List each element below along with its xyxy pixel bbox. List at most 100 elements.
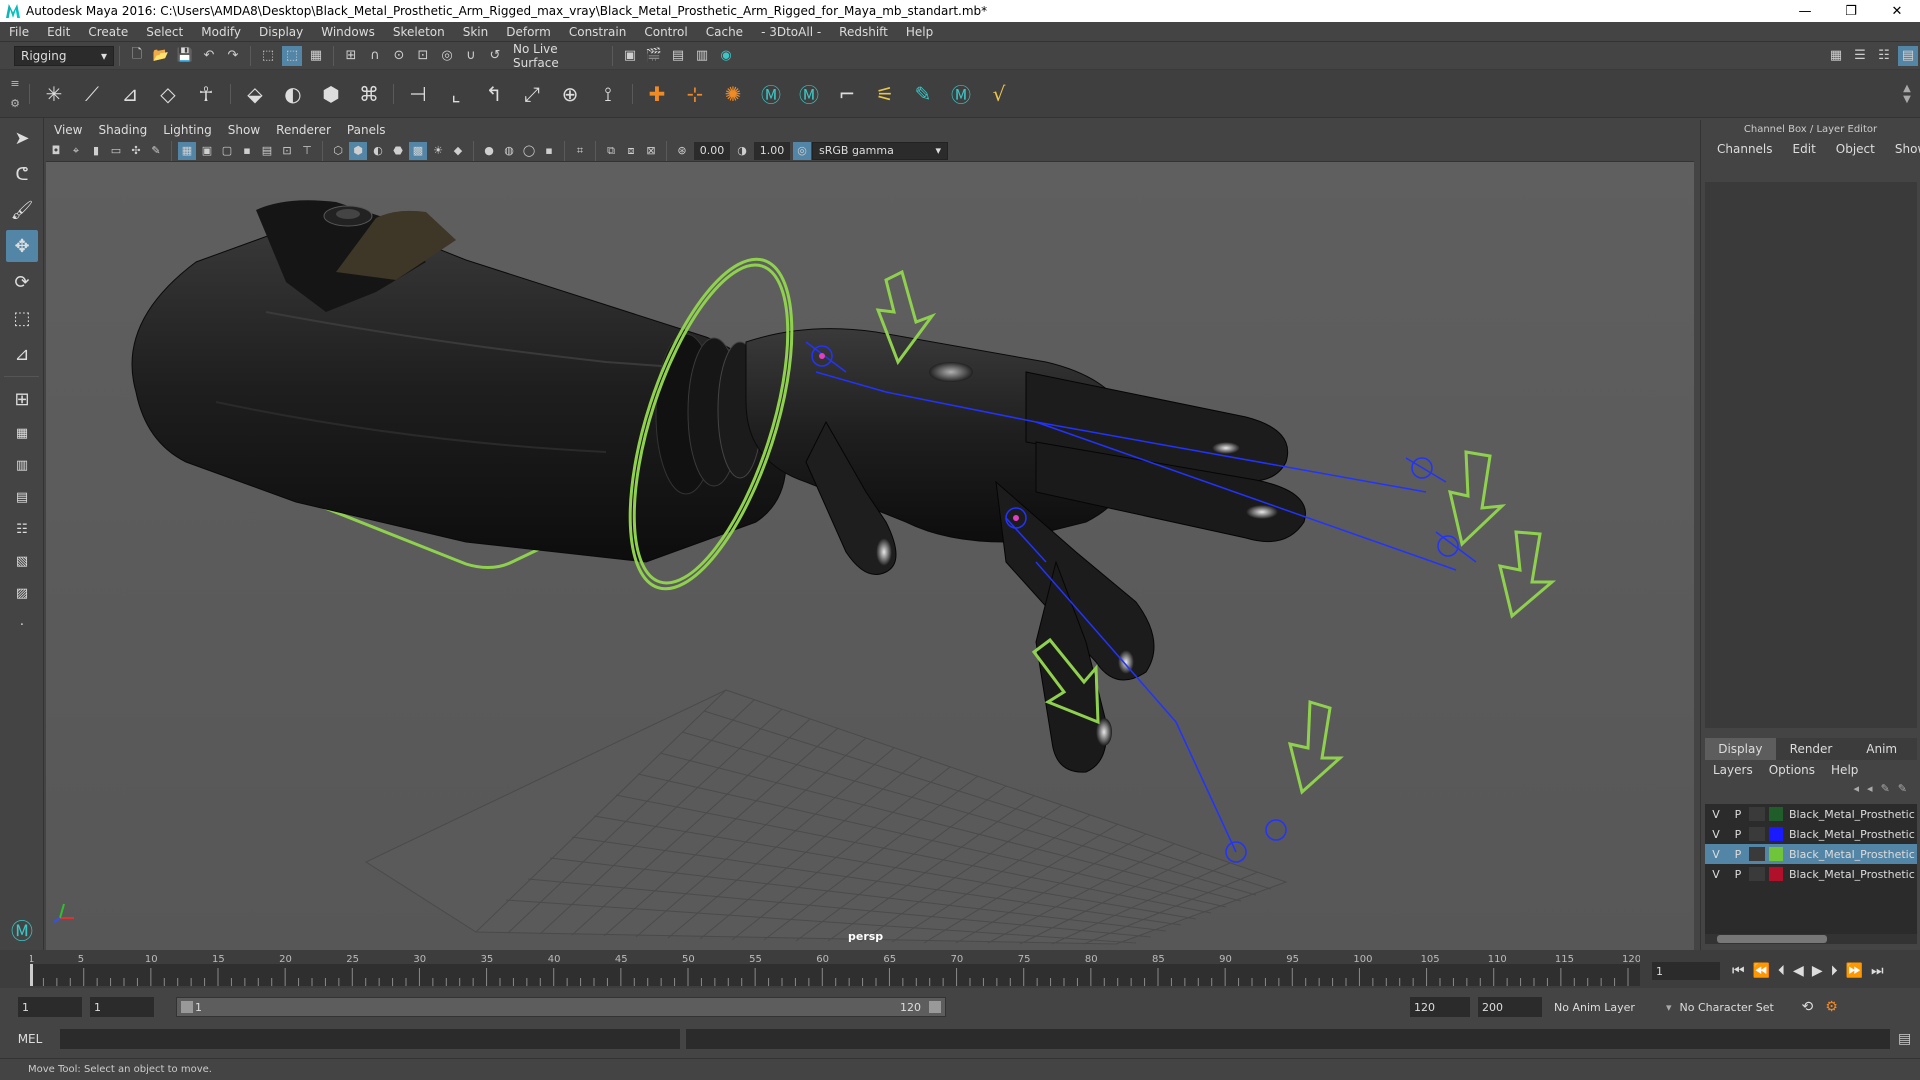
select-hierarchy-icon[interactable]: ⬚	[258, 46, 278, 66]
save-scene-icon[interactable]: 💾	[175, 46, 195, 66]
go-to-end-icon[interactable]: ⏭	[1871, 963, 1884, 979]
orient-constraint-icon[interactable]: ↰	[479, 79, 509, 109]
tab-display[interactable]: Display	[1705, 738, 1776, 760]
range-slider-left-handle[interactable]	[181, 1001, 193, 1013]
snap-live-icon[interactable]: ↺	[485, 46, 505, 66]
pole-vector-icon[interactable]: ⟟	[593, 79, 623, 109]
menu-set-dropdown[interactable]: Rigging ▾	[14, 45, 114, 66]
parent-constraint-icon[interactable]: ⊣	[403, 79, 433, 109]
resolution-gate-icon[interactable]: ▢	[218, 142, 236, 160]
gate-mask-icon[interactable]: ▪	[238, 142, 256, 160]
layer-display-type[interactable]	[1749, 807, 1765, 821]
shadows-icon[interactable]: ◆	[449, 142, 467, 160]
layer-menu-layers[interactable]: Layers	[1705, 763, 1761, 777]
textured-icon[interactable]: ▩	[409, 141, 427, 160]
layer-color-swatch[interactable]	[1769, 827, 1783, 841]
humanik-icon[interactable]: ☥	[191, 79, 221, 109]
layout-hypershade-icon[interactable]: ▧	[6, 547, 38, 575]
paint-weights-icon[interactable]: ◐	[278, 79, 308, 109]
layout-persp-outliner-icon[interactable]: ▤	[6, 483, 38, 511]
play-forward-icon[interactable]: ▶	[1812, 963, 1823, 979]
layer-menu-options[interactable]: Options	[1761, 763, 1823, 777]
tool-settings-icon[interactable]: ☷	[1874, 46, 1894, 66]
curve-icon[interactable]: √	[984, 79, 1014, 109]
gamma-icon[interactable]: ◑	[733, 142, 751, 160]
tab-anim[interactable]: Anim	[1846, 738, 1918, 760]
animation-start-field[interactable]: 1	[18, 997, 82, 1017]
perspective-viewport[interactable]: persp	[46, 162, 1694, 950]
channel-menu-channels[interactable]: Channels	[1707, 142, 1783, 156]
menu-3dtoall[interactable]: - 3DtoAll -	[752, 25, 830, 39]
current-frame-field[interactable]: 1	[1652, 962, 1720, 980]
scale-constraint-icon[interactable]: ⤢	[517, 79, 547, 109]
layer-playback-toggle[interactable]: P	[1727, 828, 1749, 841]
shelf-options[interactable]: ≡ ⚙	[6, 74, 24, 114]
mirror-joint-icon[interactable]: ◇	[153, 79, 183, 109]
layer-color-swatch[interactable]	[1769, 807, 1783, 821]
layer-row[interactable]: V P Black_Metal_Prosthetic	[1705, 864, 1917, 884]
paint-fx-icon[interactable]: ✎	[908, 79, 938, 109]
wireframe-icon[interactable]: ⬡	[329, 142, 347, 160]
select-tool-icon[interactable]: ➤	[6, 122, 38, 154]
menu-windows[interactable]: Windows	[312, 25, 384, 39]
panel-menu-shading[interactable]: Shading	[90, 123, 155, 137]
anti-aliasing-icon[interactable]: ◯	[520, 142, 538, 160]
prev-key-icon[interactable]: ⏴	[1778, 963, 1785, 979]
menu-display[interactable]: Display	[250, 25, 312, 39]
next-key-icon[interactable]: ⏵	[1831, 963, 1838, 979]
layer-playback-toggle[interactable]: P	[1727, 848, 1749, 861]
menu-skin[interactable]: Skin	[454, 25, 498, 39]
maximize-button[interactable]: ❐	[1828, 0, 1874, 22]
view-transform-dropdown[interactable]: sRGB gamma ▾	[812, 141, 948, 160]
camera-attributes-icon[interactable]: ⌖	[67, 142, 85, 160]
channel-menu-object[interactable]: Object	[1826, 142, 1885, 156]
layout-more-icon[interactable]: ·	[6, 611, 38, 639]
new-scene-icon[interactable]: 🗋	[127, 46, 147, 66]
layer-visibility-toggle[interactable]: V	[1705, 848, 1727, 861]
cluster-icon[interactable]: ⊹	[680, 79, 710, 109]
layer-row-selected[interactable]: V P Black_Metal_Prosthetic	[1705, 844, 1917, 864]
2d-pan-icon[interactable]: ✣	[127, 142, 145, 160]
deformer-icon[interactable]: ⚟	[870, 79, 900, 109]
layer-visibility-toggle[interactable]: V	[1705, 828, 1727, 841]
animation-preferences-icon[interactable]: ⚙	[1825, 999, 1838, 1015]
color-management-icon[interactable]: ◎	[793, 141, 811, 160]
xray-components-icon[interactable]: ⊠	[642, 142, 660, 160]
move-tool-icon[interactable]: ✥	[6, 230, 38, 262]
ipr-render-icon[interactable]: ▤	[668, 46, 688, 66]
render-frame-icon[interactable]: 🎬	[644, 46, 664, 66]
menu-create[interactable]: Create	[79, 25, 137, 39]
ik-spline-icon[interactable]: ⊿	[115, 79, 145, 109]
animation-end-field[interactable]: 200	[1478, 997, 1542, 1017]
move-layer-down-icon[interactable]: ◂	[1867, 782, 1873, 800]
range-slider[interactable]: 1 120	[176, 997, 946, 1017]
layer-playback-toggle[interactable]: P	[1727, 868, 1749, 881]
safe-action-icon[interactable]: ⊡	[278, 142, 296, 160]
menu-edit[interactable]: Edit	[38, 25, 79, 39]
scale-tool-icon[interactable]: ⬚	[6, 302, 38, 334]
snap-surface-icon[interactable]: ◎	[437, 46, 457, 66]
layer-visibility-toggle[interactable]: V	[1705, 868, 1727, 881]
exposure-icon[interactable]: ⊛	[673, 142, 691, 160]
locator-icon[interactable]: ✚	[642, 79, 672, 109]
attribute-editor-icon[interactable]: ☰	[1850, 46, 1870, 66]
mash-network-icon[interactable]: Ⓜ	[794, 79, 824, 109]
step-forward-icon[interactable]: ⏩	[1846, 963, 1863, 979]
field-chart-icon[interactable]: ▤	[258, 142, 276, 160]
channel-box-area[interactable]	[1705, 182, 1917, 728]
auto-key-icon[interactable]: ⟲	[1802, 999, 1814, 1015]
move-layer-up-icon[interactable]: ◂	[1854, 782, 1860, 800]
render-view-icon[interactable]: ◉	[716, 46, 736, 66]
paint-select-icon[interactable]: 🖌	[6, 194, 38, 226]
menu-skeleton[interactable]: Skeleton	[384, 25, 454, 39]
menu-constrain[interactable]: Constrain	[560, 25, 636, 39]
ik-handle-icon[interactable]: ⟋	[77, 79, 107, 109]
menu-file[interactable]: File	[0, 25, 38, 39]
snap-view-icon[interactable]: ⊡	[413, 46, 433, 66]
channel-menu-show[interactable]: Show	[1885, 142, 1920, 156]
layer-playback-toggle[interactable]: P	[1727, 808, 1749, 821]
live-surface-field[interactable]: No Live Surface	[507, 42, 607, 70]
mash-icon[interactable]: Ⓜ	[756, 79, 786, 109]
grid-icon[interactable]: ▦	[178, 141, 196, 160]
channel-box-icon[interactable]: ▤	[1898, 45, 1918, 66]
